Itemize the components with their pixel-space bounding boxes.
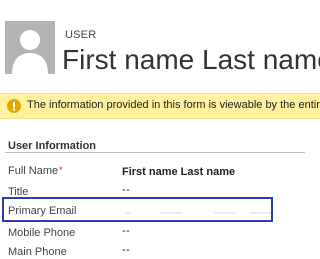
full-name-label-text: Full Name bbox=[8, 165, 59, 177]
entity-type-label: USER bbox=[65, 29, 97, 41]
main-phone-label: Main Phone bbox=[8, 246, 67, 258]
full-name-value[interactable]: First name Last name bbox=[122, 166, 235, 178]
section-title: User Information bbox=[8, 140, 97, 152]
warning-icon bbox=[7, 99, 21, 113]
mobile-phone-label: Mobile Phone bbox=[8, 227, 76, 239]
record-title: First name Last name bbox=[62, 44, 320, 75]
notification-text: The information provided in this form is… bbox=[27, 99, 320, 111]
mobile-phone-value[interactable]: -- bbox=[122, 225, 130, 237]
primary-email-highlight bbox=[2, 197, 273, 222]
notification-bar: The information provided in this form is… bbox=[0, 93, 320, 119]
required-mark: * bbox=[59, 165, 63, 175]
full-name-label: Full Name* bbox=[8, 165, 63, 177]
main-phone-value[interactable]: -- bbox=[122, 244, 130, 256]
title-value[interactable]: -- bbox=[122, 184, 130, 196]
avatar[interactable] bbox=[5, 21, 55, 74]
user-silhouette-icon bbox=[12, 30, 48, 74]
section-divider bbox=[5, 152, 305, 153]
